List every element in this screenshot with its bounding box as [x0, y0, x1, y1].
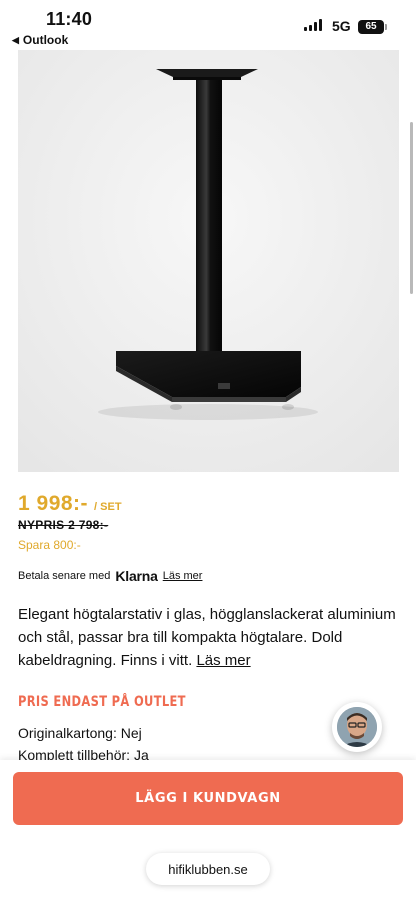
- price-unit: / SET: [94, 501, 122, 513]
- support-agent-avatar: [337, 707, 377, 747]
- add-to-cart-button[interactable]: LÄGG I KUNDVAGN: [13, 772, 403, 825]
- back-app-label: Outlook: [22, 33, 69, 47]
- price: 1 998:-: [18, 492, 89, 515]
- battery-icon: 65: [358, 20, 387, 34]
- outlet-heading: PRIS ENDAST PÅ OUTLET: [18, 694, 186, 710]
- status-bar: 11:40 ◀ Outlook 5G 65: [0, 0, 416, 48]
- product-description: Elegant högtalarstativ i glas, högglansl…: [18, 603, 402, 672]
- klarna-prefix: Betala senare med: [18, 570, 111, 582]
- browser-url-bar[interactable]: hifiklubben.se: [146, 853, 270, 885]
- detail-accessories: Komplett tillbehör: Ja: [18, 747, 149, 761]
- klarna-logo: Klarna: [115, 568, 158, 584]
- detail-original-box: Originalkartong: Nej: [18, 725, 142, 741]
- back-triangle-icon: ◀: [12, 34, 19, 45]
- network-type: 5G: [332, 18, 351, 34]
- page-scrollbar[interactable]: [410, 122, 413, 294]
- klarna-read-more-link[interactable]: Läs mer: [163, 570, 203, 582]
- savings-text: Spara 800:-: [18, 538, 81, 552]
- price-row: 1 998:- / SET: [18, 492, 122, 516]
- clock: 11:40: [46, 9, 93, 29]
- back-to-app-button[interactable]: ◀ Outlook: [12, 33, 68, 47]
- product-image[interactable]: [18, 50, 399, 472]
- speaker-stand-image: [18, 50, 399, 472]
- description-read-more-link[interactable]: Läs mer: [196, 652, 250, 669]
- klarna-row: Betala senare med Klarna Läs mer: [18, 568, 202, 584]
- chat-support-button[interactable]: [332, 702, 382, 752]
- regular-price: NYPRIS 2 798:-: [18, 518, 109, 532]
- cellular-signal-icon: [304, 19, 322, 31]
